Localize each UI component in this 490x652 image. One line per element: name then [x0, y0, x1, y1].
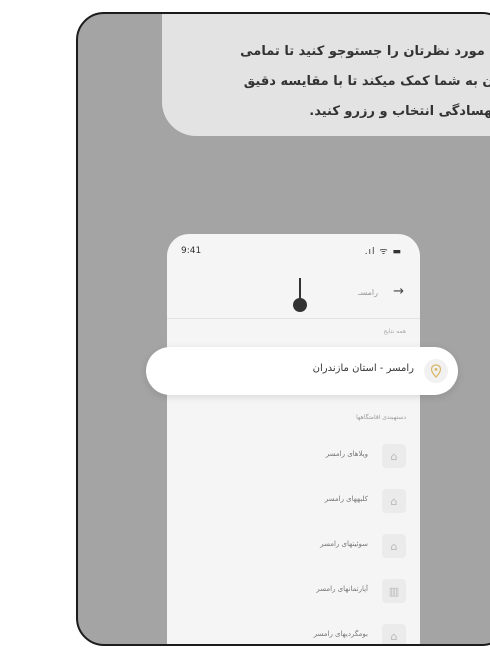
list-item[interactable]: ⌂ کلبههای رامسر [167, 485, 420, 525]
categories-title: دستهبندی اقامتگاهها [356, 414, 406, 421]
text-cursor [299, 278, 301, 300]
cursor-handle[interactable] [293, 298, 307, 312]
cabin-icon: ⌂ [382, 489, 406, 513]
highlighted-location-result[interactable]: رامسر - استان مازندران [146, 347, 458, 395]
highlight-text: رامسر - استان مازندران [312, 363, 414, 374]
intro-line-1: دنی مورد نظرتان را جستوجو کنید تا تمامی [240, 44, 490, 59]
phone-mockup: 9:41 .ıl ᯤ ▬ → رامسـ همه نتایج دستهبندی … [167, 234, 420, 644]
list-item-label: آپارتمانهای رامسر [316, 585, 368, 593]
back-arrow-icon[interactable]: → [393, 284, 404, 299]
list-item-label: سوئیتهای رامسر [320, 540, 368, 548]
apartment-icon: ▥ [382, 579, 406, 603]
all-results-label: همه نتایج [383, 328, 406, 335]
search-input[interactable]: رامسـ [358, 288, 378, 297]
list-item-label: بومگردیهای رامسر [313, 630, 368, 638]
villa-icon: ⌂ [382, 444, 406, 468]
list-item[interactable]: ⌂ سوئیتهای رامسر [167, 530, 420, 570]
search-header: → رامسـ [167, 272, 420, 319]
status-time: 9:41 [181, 246, 202, 256]
location-pin-icon [424, 359, 448, 383]
suite-icon: ⌂ [382, 534, 406, 558]
intro-line-2: مکان به شما کمک میکند تا با مقایسه دقیق [243, 74, 490, 89]
intro-bubble: دنی مورد نظرتان را جستوجو کنید تا تمامی … [162, 14, 490, 136]
list-item[interactable]: ▥ آپارتمانهای رامسر [167, 575, 420, 615]
list-item[interactable]: ⌂ ویلاهای رامسر [167, 440, 420, 480]
status-icons: .ıl ᯤ ▬ [364, 247, 402, 257]
gray-card: دنی مورد نظرتان را جستوجو کنید تا تمامی … [76, 12, 490, 646]
ecolodge-icon: ⌂ [382, 624, 406, 644]
list-item[interactable]: ⌂ بومگردیهای رامسر [167, 620, 420, 644]
list-item-label: کلبههای رامسر [324, 495, 368, 503]
status-bar: 9:41 .ıl ᯤ ▬ [167, 234, 420, 272]
list-item-label: ویلاهای رامسر [325, 450, 368, 458]
intro-line-3: را بهسادگی انتخاب و رزرو کنید. [309, 104, 490, 119]
